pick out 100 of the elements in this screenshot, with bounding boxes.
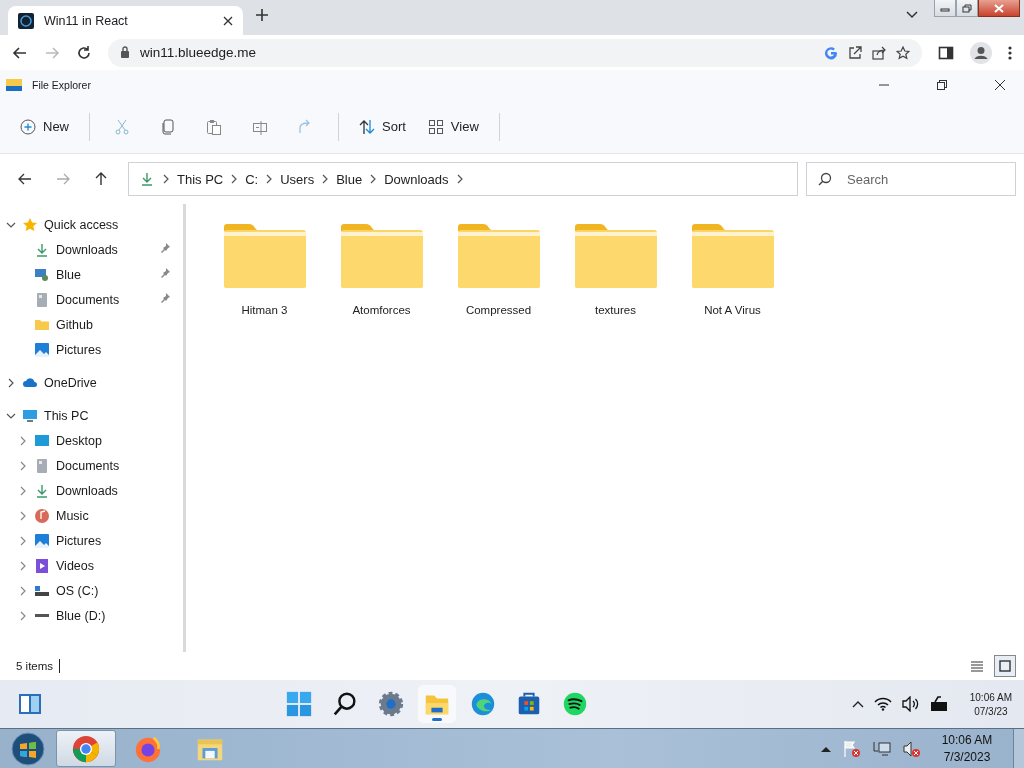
start-icon	[284, 690, 313, 718]
address-bar[interactable]: This PC C: Users Blue Downloads	[128, 162, 798, 196]
download-icon	[34, 241, 50, 258]
breadcrumb-item[interactable]: Users	[280, 171, 315, 187]
desktop-icon	[34, 432, 50, 449]
browser-tab[interactable]: Win11 in React	[8, 6, 243, 35]
rename-icon[interactable]	[252, 118, 268, 135]
speaker-muted-icon[interactable]	[903, 739, 921, 758]
sidebar-item[interactable]: Github	[0, 312, 183, 337]
google-icon[interactable]	[824, 45, 838, 60]
pin-icon	[159, 292, 171, 304]
sidebar-item[interactable]: Music	[0, 503, 183, 528]
chevron-down-icon[interactable]	[906, 11, 918, 19]
close-button[interactable]	[978, 0, 1020, 17]
flag-error-icon[interactable]	[843, 739, 861, 758]
caret-up-icon[interactable]	[821, 745, 831, 752]
sidebar-item[interactable]: Pictures	[0, 528, 183, 553]
close-icon[interactable]	[995, 80, 1005, 90]
chevron-right-icon	[455, 174, 464, 184]
sidebar-item[interactable]: Downloads	[0, 237, 183, 262]
breadcrumb-item[interactable]: C:	[245, 171, 259, 187]
volume-icon[interactable]	[901, 696, 920, 712]
chrome-taskbar-button[interactable]	[56, 730, 116, 767]
maximize-icon[interactable]	[937, 80, 947, 90]
menu-icon[interactable]	[1008, 44, 1012, 61]
close-icon[interactable]	[223, 15, 233, 26]
side-panel-icon[interactable]	[938, 44, 954, 61]
sidebar-item[interactable]: OS (C:)	[0, 578, 183, 603]
chevron-right-icon	[19, 435, 27, 446]
sidebar-item[interactable]: Blue	[0, 262, 183, 287]
reload-icon[interactable]	[76, 44, 92, 61]
caret-up-icon[interactable]	[851, 700, 864, 708]
document-icon	[34, 457, 50, 474]
chevron-right-icon	[265, 174, 274, 184]
search-field[interactable]: Search	[806, 162, 1016, 196]
chevron-right-icon	[19, 560, 27, 571]
chevron-right-icon	[19, 535, 27, 546]
battery-plug-icon[interactable]	[929, 696, 950, 712]
folder-item[interactable]: Compressed	[440, 222, 557, 316]
folder-taskbar-button[interactable]	[417, 685, 456, 723]
view-button[interactable]: View	[419, 112, 487, 141]
lock-icon	[120, 46, 130, 59]
chevron-right-icon	[19, 485, 27, 496]
breadcrumb-item[interactable]: Downloads	[384, 171, 449, 187]
star-icon[interactable]	[896, 45, 910, 60]
share-icon[interactable]	[872, 45, 886, 60]
chevron-right-icon	[19, 585, 27, 596]
back-icon[interactable]	[12, 44, 28, 61]
sidebar-item[interactable]: Documents	[0, 453, 183, 478]
list-icon	[971, 660, 983, 672]
clock-date: 7/3/2023	[943, 750, 991, 764]
new-tab-icon[interactable]	[255, 8, 269, 22]
chevron-right-icon	[321, 174, 330, 184]
new-button[interactable]: New	[12, 112, 77, 141]
clock-time: 10:06 AM	[969, 691, 1012, 703]
sidebar-item[interactable]: Blue (D:)	[0, 603, 183, 628]
search-icon	[818, 172, 832, 186]
pin-icon	[159, 242, 171, 254]
paste-icon[interactable]	[206, 118, 222, 135]
start-orb-icon[interactable]	[11, 731, 45, 766]
window-title: File Explorer	[32, 79, 92, 91]
sidebar-item[interactable]: OneDrive	[0, 370, 183, 395]
sidebar-item[interactable]: Documents	[0, 287, 183, 312]
pin-icon	[159, 267, 171, 279]
breadcrumb-item[interactable]: Blue	[336, 171, 363, 187]
picture-icon	[34, 341, 50, 358]
widgets-icon[interactable]	[18, 692, 42, 716]
user-computer-icon	[34, 266, 50, 283]
restore-button[interactable]	[956, 0, 978, 17]
sort-button[interactable]: Sort	[351, 112, 414, 141]
sidebar-item[interactable]: This PC	[0, 403, 183, 428]
item-count: 5 items	[16, 660, 54, 672]
sidebar-item[interactable]: Quick access	[0, 212, 183, 237]
folder-item[interactable]: Not A Virus	[674, 222, 791, 316]
folder-item[interactable]: Atomforces	[323, 222, 440, 316]
chevron-right-icon	[7, 377, 15, 388]
sidebar-item[interactable]: Pictures	[0, 337, 183, 362]
chrome-icon	[71, 733, 101, 764]
network-icon[interactable]	[873, 739, 891, 758]
clock-date: 07/3/23	[974, 705, 1008, 717]
url-field[interactable]: win11.blueedge.me	[108, 38, 922, 67]
up-icon[interactable]	[94, 172, 108, 186]
sidebar-item[interactable]: Videos	[0, 553, 183, 578]
sidebar-item[interactable]: Desktop	[0, 428, 183, 453]
profile-icon[interactable]	[970, 41, 992, 64]
back-icon[interactable]	[18, 172, 32, 186]
minimize-button[interactable]	[934, 0, 956, 17]
folder-icon	[690, 222, 775, 290]
chevron-right-icon	[230, 174, 239, 184]
wifi-icon[interactable]	[873, 697, 892, 711]
folder-icon	[456, 222, 541, 290]
sort-icon	[359, 118, 375, 135]
sidebar-item[interactable]: Downloads	[0, 478, 183, 503]
picture-icon	[34, 532, 50, 549]
folder-item[interactable]: Hitman 3	[206, 222, 323, 316]
breadcrumb-item[interactable]: This PC	[177, 171, 224, 187]
copy-icon[interactable]	[160, 118, 176, 135]
large-icons-view-button[interactable]	[994, 655, 1016, 677]
external-link-icon[interactable]	[848, 45, 862, 60]
folder-item[interactable]: textures	[557, 222, 674, 316]
